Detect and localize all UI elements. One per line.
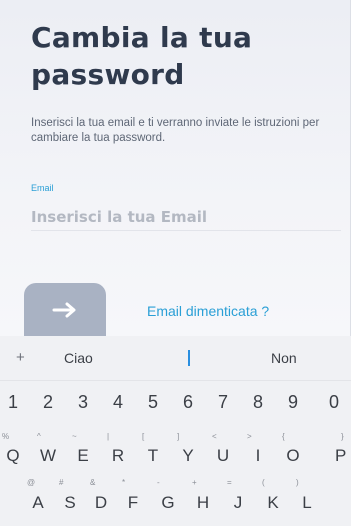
key-j[interactable]: = J — [223, 478, 253, 516]
keyboard-qwerty-row: % Q ^ W ~ E | R [T ] Y < U > I {O } P — [0, 432, 351, 468]
suggestion-right[interactable]: Non — [271, 350, 297, 366]
key-i[interactable]: > I — [243, 432, 273, 468]
key-1[interactable]: 1 — [0, 392, 28, 413]
key-e[interactable]: ~ E — [68, 432, 98, 468]
key-a[interactable]: @ A — [23, 478, 53, 516]
key-3[interactable]: 3 — [68, 392, 98, 413]
page-title: Cambia la tua password — [31, 21, 253, 91]
submit-button[interactable] — [24, 283, 106, 336]
email-field[interactable] — [31, 203, 341, 231]
key-8[interactable]: 8 — [243, 392, 273, 413]
key-6[interactable]: 6 — [173, 392, 203, 413]
arrow-right-icon — [52, 302, 76, 317]
suggestion-cursor — [188, 350, 190, 366]
key-f[interactable]: * F — [118, 478, 148, 516]
key-t[interactable]: [T — [138, 432, 168, 468]
suggestion-left[interactable]: Ciao — [64, 350, 93, 366]
key-w[interactable]: ^ W — [33, 432, 63, 468]
key-4[interactable]: 4 — [103, 392, 133, 413]
key-q[interactable]: % Q — [0, 432, 28, 468]
key-r[interactable]: | R — [103, 432, 133, 468]
key-h[interactable]: + H — [188, 478, 218, 516]
email-label: Email — [31, 183, 54, 193]
plus-icon[interactable]: + — [16, 349, 25, 366]
forgot-email-link[interactable]: Email dimenticata ? — [147, 303, 269, 319]
key-2[interactable]: 2 — [33, 392, 63, 413]
on-screen-keyboard: + Ciao Non 1 2 3 4 5 6 7 8 9 0 % Q ^ W ~ E … — [0, 336, 351, 526]
key-l[interactable]: ) L — [292, 478, 322, 516]
key-k[interactable]: (K — [258, 478, 288, 516]
suggestion-bar: + Ciao Non — [0, 336, 351, 381]
key-p[interactable]: } P — [321, 432, 351, 468]
key-5[interactable]: 5 — [138, 392, 168, 413]
key-o[interactable]: {O — [278, 432, 308, 468]
key-d[interactable]: & D — [86, 478, 116, 516]
key-g[interactable]: -G — [153, 478, 183, 516]
keyboard-asdf-row: @ A # S & D * F -G + H = J (K ) L — [0, 478, 351, 516]
keyboard-number-row: 1 2 3 4 5 6 7 8 9 0 — [0, 388, 351, 422]
key-0[interactable]: 0 — [321, 392, 351, 413]
key-7[interactable]: 7 — [208, 392, 238, 413]
key-u[interactable]: < U — [208, 432, 238, 468]
change-password-panel: Cambia la tua password Inserisci la tua … — [0, 0, 351, 336]
instructions-text: Inserisci la tua email e ti verranno inv… — [31, 117, 320, 144]
key-9[interactable]: 9 — [278, 392, 308, 413]
key-s[interactable]: # S — [55, 478, 85, 516]
key-y[interactable]: ] Y — [173, 432, 203, 468]
